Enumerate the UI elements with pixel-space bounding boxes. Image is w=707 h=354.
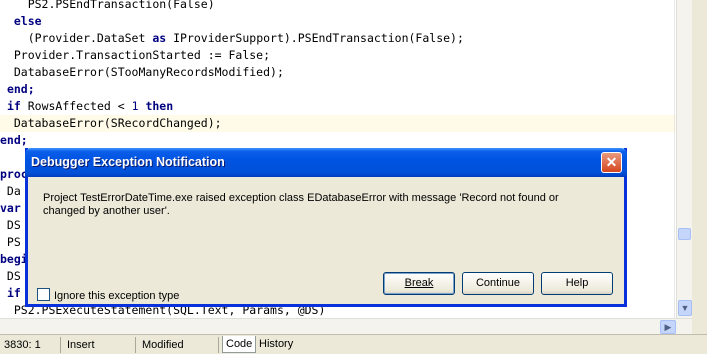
code-text: DatabaseError(STooManyRecordsModified); [0,65,284,79]
scroll-down-icon[interactable]: ▼ [678,300,692,316]
code-keyword: as [152,31,167,45]
code-text: 1 [131,99,139,113]
scrollbar-thumb[interactable] [678,228,691,240]
code-line[interactable]: (Provider.DataSet as IProviderSupport).P… [0,30,676,47]
help-button-label: Help [565,277,589,289]
code-text: DatabaseError(SRecordChanged); [0,116,222,130]
code-text: Da [0,184,21,198]
continue-button[interactable]: Continue [462,272,534,295]
status-divider [218,337,219,353]
ignore-exception-checkbox[interactable]: Ignore this exception type [37,288,179,302]
code-line[interactable]: else [0,13,676,30]
code-text: DS [0,269,21,283]
code-keyword: if [6,99,21,113]
cursor-position: 3830: 1 [4,339,41,351]
code-line[interactable]: Provider.TransactionStarted := False; [0,47,676,64]
code-line[interactable]: PS2.PSEndTransaction(False) [0,0,676,13]
code-line[interactable]: end; [0,132,676,149]
code-text: PS2.PSEndTransaction(False) [0,0,215,11]
code-line[interactable]: DatabaseError(STooManyRecordsModified); [0,64,676,81]
right-margin-line [674,0,675,318]
tab-history[interactable]: History [256,336,296,352]
code-text: PS [0,235,21,249]
status-divider [135,337,136,353]
continue-button-label: Continue [475,277,521,289]
edit-mode: Insert [67,339,95,351]
close-icon[interactable]: ✕ [601,152,622,173]
code-line[interactable]: if RowsAffected < 1 then [0,98,676,115]
help-button[interactable]: Help [541,272,613,295]
code-keyword: else [13,14,42,28]
status-divider [60,337,61,353]
code-line[interactable]: DatabaseError(SRecordChanged); [0,115,676,132]
code-keyword: if [6,286,21,300]
code-keyword: then [145,99,174,113]
exception-message: Project TestErrorDateTime.exe raised exc… [43,192,559,217]
code-line[interactable]: end; [0,81,676,98]
code-text: RowsAffected < [20,99,132,113]
code-keyword: proc [0,167,28,181]
exception-dialog: Debugger Exception Notification ✕ Projec… [25,148,627,307]
code-keyword: end; [0,133,28,147]
code-text: Provider.TransactionStarted := False; [0,48,271,62]
tab-code[interactable]: Code [222,336,257,353]
break-button-label: Break [404,277,434,289]
dialog-title-bar[interactable]: Debugger Exception Notification ✕ [25,148,627,177]
side-panel-edge [692,0,707,354]
code-keyword: end; [6,82,35,96]
code-text: (Provider.DataSet [0,31,153,45]
modified-status: Modified [142,339,184,351]
code-keyword: var [0,201,21,215]
code-keyword: begi [0,252,28,266]
dialog-title: Debugger Exception Notification [31,155,225,169]
horizontal-scrollbar[interactable]: ▶ [0,318,692,334]
scroll-right-icon[interactable]: ▶ [660,320,676,334]
checkbox-icon[interactable] [37,288,50,301]
code-text: DS [0,218,21,232]
code-text: IProviderSupport).PSEndTransaction(False… [166,31,464,45]
ignore-exception-label: Ignore this exception type [54,290,180,302]
vertical-scrollbar[interactable]: ▼ [676,0,692,318]
break-button[interactable]: Break [383,272,455,295]
status-bar: 3830: 1 Insert Modified Code History [0,334,707,354]
